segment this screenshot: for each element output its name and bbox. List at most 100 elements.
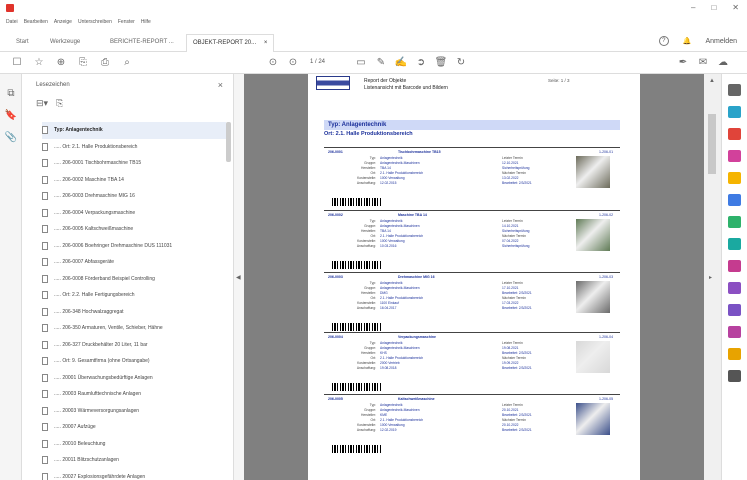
edit-pdf-icon[interactable] (728, 150, 741, 162)
panel-splitter[interactable]: ◀ (234, 74, 244, 480)
sign-in-button[interactable]: Anmelden (705, 38, 737, 45)
bookmark-page-icon (42, 142, 48, 151)
bookmarks-panel-title: Lesezeichen (36, 82, 70, 88)
record-dates: Letzter Termin 12.10.2021 Sicherheitsprüfu… (502, 156, 562, 186)
tab-bar: Start Werkzeuge BERICHTE-REPORT ... OBJE… (0, 30, 747, 53)
bookmark-item[interactable]: ..... 20003 Raumlufttechnische Anlagen (42, 386, 226, 403)
tab-tools[interactable]: Werkzeuge (44, 34, 86, 50)
rotate-tool-icon[interactable]: ↻ (454, 56, 468, 70)
new-bookmark-icon[interactable]: ⎘ (56, 98, 63, 109)
pen-tool-icon[interactable]: ✎ (374, 56, 388, 70)
optimize-icon[interactable] (728, 326, 741, 338)
page-down-icon[interactable]: ⊙ (286, 56, 300, 70)
share-icon[interactable]: ⊕ (54, 56, 68, 70)
bookmark-item[interactable]: ..... 206-350 Armaturen, Ventile, Schieb… (42, 320, 226, 337)
bookmark-item[interactable]: ..... 206-0008 Förderband Beispiel Contr… (42, 271, 226, 288)
bookmark-item[interactable]: ..... 20001 Überwachungsbedürftige Anlag… (42, 370, 226, 387)
bookmarks-panel: Lesezeichen × ⊟▾ ⎘ Typ: Anlagentechnik..… (22, 74, 234, 480)
bookmark-item[interactable]: Typ: Anlagentechnik (42, 122, 226, 139)
more-tools-icon[interactable] (728, 370, 741, 382)
menu-sign[interactable]: Unterschreiben (78, 19, 112, 25)
search-tool-icon[interactable] (728, 84, 741, 96)
export-pdf-icon[interactable] (728, 106, 741, 118)
sign-tool-icon[interactable]: ✒ (676, 56, 690, 70)
fill-sign-icon[interactable] (728, 260, 741, 272)
menu-help[interactable]: Hilfe (141, 19, 151, 25)
help-icon[interactable]: ? (658, 36, 669, 46)
create-pdf-icon[interactable] (728, 128, 741, 140)
scroll-right-icon[interactable]: ▸ (709, 274, 712, 281)
bookmark-options-icon[interactable]: ⊟▾ (36, 98, 48, 109)
menu-window[interactable]: Fenster (118, 19, 135, 25)
tab-document-1[interactable]: BERICHTE-REPORT ... (104, 34, 180, 50)
bookmark-item[interactable]: ..... 206-0006 Boehringer Drehmaschine D… (42, 238, 226, 255)
document-scrollbar[interactable]: ▲ ▸ (704, 74, 721, 480)
search-icon[interactable]: ⌕ (120, 56, 134, 70)
create-icon[interactable]: ☐ (10, 56, 24, 70)
document-view[interactable]: Report der Objekte Listenansicht mit Bar… (244, 74, 704, 480)
window-controls: – □ ✕ (691, 3, 739, 12)
bookmark-item[interactable]: ..... 206-0004 Verpackungsmaschine (42, 205, 226, 222)
bookmark-label: ..... 206-0008 Förderband Beispiel Contr… (54, 275, 155, 282)
close-button[interactable]: ✕ (732, 3, 739, 12)
bookmark-item[interactable]: ..... 206-348 Hochwalzaggregat (42, 304, 226, 321)
stamp-icon[interactable] (728, 348, 741, 360)
object-record: 206-0004 Verpackungsmaschine 1-206-04 Typ: A… (324, 332, 620, 392)
bookmark-item[interactable]: ..... 206-0005 Kaltschweißmaschine (42, 221, 226, 238)
bookmark-item[interactable]: ..... 206-0007 Abfassgeräte (42, 254, 226, 271)
bookmark-item[interactable]: ..... 206-327 Druckbehälter 20 Liter, 11… (42, 337, 226, 354)
fill-sign-tool-icon[interactable]: ✍ (394, 56, 408, 70)
bookmark-item[interactable]: ..... 206-0002 Maschine TBA 14 (42, 172, 226, 189)
bookmark-page-icon (42, 324, 48, 333)
tab-start[interactable]: Start (10, 34, 35, 50)
menu-edit[interactable]: Bearbeiten (24, 19, 48, 25)
bookmark-star-icon[interactable]: ☆ (32, 56, 46, 70)
bookmark-item[interactable]: ..... 20011 Blitzschutzanlagen (42, 452, 226, 469)
close-panel-icon[interactable]: × (218, 80, 223, 90)
bookmark-item[interactable]: ..... 20010 Beleuchtung (42, 436, 226, 453)
attachments-icon[interactable]: 📎 (4, 132, 18, 146)
bookmark-item[interactable]: ..... 20027 Explosionsgefährdete Anlagen (42, 469, 226, 480)
delete-tool-icon[interactable]: 🗑 (434, 56, 448, 70)
scan-icon[interactable] (728, 238, 741, 250)
next-date-note: Bearbeitet: 2/3/2021 (502, 366, 532, 370)
scroll-thumb[interactable] (708, 114, 716, 174)
print-icon[interactable]: ⎙ (98, 56, 112, 70)
scroll-up-icon[interactable]: ▲ (709, 78, 715, 84)
notifications-icon[interactable]: 🔔 (683, 37, 692, 45)
bookmark-item[interactable]: ..... Ort: 9. Gesamtfirma (ohne Ortsanga… (42, 353, 226, 370)
save-icon[interactable]: ⎘ (76, 56, 90, 70)
mail-tool-icon[interactable]: ✉ (696, 56, 710, 70)
maximize-button[interactable]: □ (711, 3, 716, 12)
bookmarks-icon[interactable]: 🔖 (4, 110, 18, 124)
bookmarks-scrollbar[interactable] (226, 122, 231, 162)
collapse-arrow-icon[interactable]: ◀ (236, 274, 241, 281)
cloud-tool-icon[interactable]: ☁ (716, 56, 730, 70)
minimize-button[interactable]: – (691, 3, 695, 12)
page-indicator[interactable]: 1 / 24 (310, 59, 325, 65)
bookmark-item[interactable]: ..... 20003 Wärmeversorgungsanlagen (42, 403, 226, 420)
page-up-icon[interactable]: ⊙ (266, 56, 280, 70)
record-field-row: Anschaffung: 12.02.2019 (338, 428, 478, 433)
record-fields: Typ: Anlagentechnik Gruppe: Anlagentechnik-… (338, 219, 478, 249)
bookmark-item[interactable]: ..... 206-0003 Drehmaschine MIG 16 (42, 188, 226, 205)
bookmark-item[interactable]: ..... Ort: 2.1. Halle Produktionsbereich (42, 139, 226, 156)
send-tool-icon[interactable]: ➲ (414, 56, 428, 70)
bookmark-page-icon (42, 258, 48, 267)
protect-icon[interactable] (728, 304, 741, 316)
bookmark-item[interactable]: ..... 206-0001 Tischbohrmaschine TB15 (42, 155, 226, 172)
send-review-icon[interactable] (728, 282, 741, 294)
menu-file[interactable]: Datei (6, 19, 18, 25)
comment-tool-icon[interactable]: ▭ (354, 56, 368, 70)
organize-pages-icon[interactable] (728, 216, 741, 228)
page-thumbnails-icon[interactable]: ⧉ (4, 88, 18, 102)
tab-document-2[interactable]: OBJEKT-REPORT 20... × (186, 34, 275, 53)
combine-files-icon[interactable] (728, 194, 741, 206)
bookmark-label: ..... 206-0004 Verpackungsmaschine (54, 209, 136, 216)
comment-icon[interactable] (728, 172, 741, 184)
bookmark-item[interactable]: ..... Ort: 2.2. Halle Fertigungsbereich (42, 287, 226, 304)
tab-close-icon[interactable]: × (264, 40, 268, 46)
menu-view[interactable]: Anzeige (54, 19, 72, 25)
record-fields: Typ: Anlagentechnik Gruppe: Anlagentechnik-… (338, 281, 478, 311)
bookmark-item[interactable]: ..... 20007 Aufzüge (42, 419, 226, 436)
